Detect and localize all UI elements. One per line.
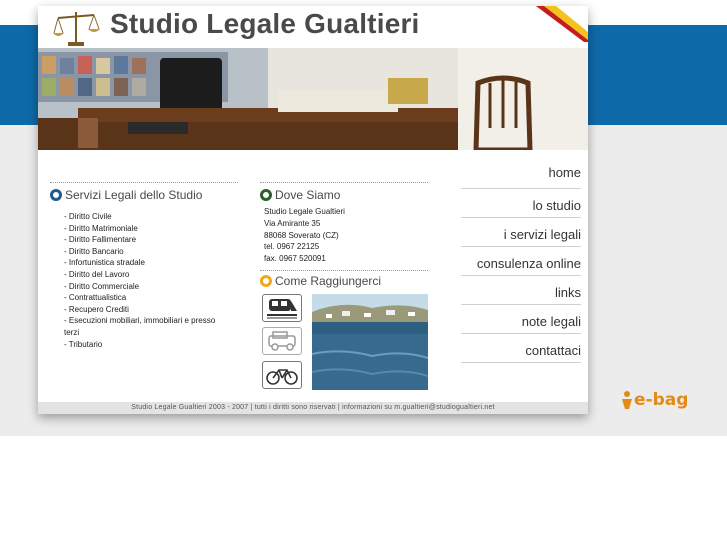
address-line: Studio Legale Gualtieri xyxy=(264,207,345,216)
ebag-logo-text: e-bag xyxy=(634,390,689,410)
service-item: - Esecuzioni mobiliari, immobiliari e pr… xyxy=(64,316,216,337)
nav-home[interactable]: home xyxy=(461,156,581,189)
location-divider xyxy=(260,182,428,183)
office-photo xyxy=(38,48,588,150)
service-item: - Contrattualistica xyxy=(64,293,127,303)
directions-heading-text: Come Raggiungerci xyxy=(275,274,382,288)
scales-of-justice-logo xyxy=(53,12,100,46)
service-item: - Tributario xyxy=(64,339,103,349)
service-item: - Diritto Fallimentare xyxy=(64,235,137,245)
main-nav: home lo studio i servizi legali consulen… xyxy=(461,156,581,363)
services-heading: Servizi Legali dello Studio xyxy=(50,188,202,202)
services-heading-text: Servizi Legali dello Studio xyxy=(65,188,203,202)
site-title: Studio Legale Gualtieri xyxy=(110,8,420,39)
nav-servizi-legali[interactable]: i servizi legali xyxy=(461,218,581,247)
site-header: Studio Legale Gualtieri xyxy=(38,6,588,48)
location-heading-text: Dove Siamo xyxy=(275,188,341,202)
site-footer: Studio Legale Gualtieri 2003 - 2007 | tu… xyxy=(38,402,588,414)
bicycle-icon[interactable] xyxy=(262,361,302,389)
site-card: Studio Legale Gualtieri Servizi Legali d… xyxy=(38,6,588,414)
seaside-photo xyxy=(312,294,428,390)
service-item: - Diritto Commerciale xyxy=(64,281,140,291)
address-line: Via Amirante 35 xyxy=(264,218,321,228)
fax-line: fax. 0967 520091 xyxy=(264,254,326,264)
service-item: - Diritto del Lavoro xyxy=(64,269,130,279)
nav-consulenza-online[interactable]: consulenza online xyxy=(461,247,581,276)
service-item: - Infortunistica stradale xyxy=(64,258,145,268)
address-line: 88068 Soverato (CZ) xyxy=(264,230,339,240)
service-item: - Diritto Bancario xyxy=(64,246,124,256)
ebag-logo[interactable]: e-bag xyxy=(620,390,688,410)
service-item: - Recupero Crediti xyxy=(64,304,129,314)
nav-contattaci[interactable]: contattaci xyxy=(461,334,581,363)
ebag-figure-icon xyxy=(622,391,632,409)
directions-divider xyxy=(260,270,428,271)
nav-lo-studio[interactable]: lo studio xyxy=(461,189,581,218)
nav-note-legali[interactable]: note legali xyxy=(461,305,581,334)
services-list: - Diritto Civile - Diritto Matrimoniale - … xyxy=(64,211,224,350)
car-icon[interactable] xyxy=(262,327,302,355)
corner-ribbon xyxy=(536,6,588,42)
service-item: - Diritto Matrimoniale xyxy=(64,223,138,233)
train-icon[interactable] xyxy=(262,294,302,322)
address-block: Studio Legale Gualtieri Via Amirante 35 … xyxy=(264,206,345,265)
phone-line: tel. 0967 22125 xyxy=(264,242,320,252)
location-heading: Dove Siamo xyxy=(260,188,340,202)
blue-bullet-icon xyxy=(50,189,62,201)
green-bullet-icon xyxy=(260,189,272,201)
nav-links[interactable]: links xyxy=(461,276,581,305)
orange-bullet-icon xyxy=(260,275,272,287)
directions-heading: Come Raggiungerci xyxy=(260,274,381,288)
services-divider xyxy=(50,182,238,183)
service-item: - Diritto Civile xyxy=(64,212,112,221)
